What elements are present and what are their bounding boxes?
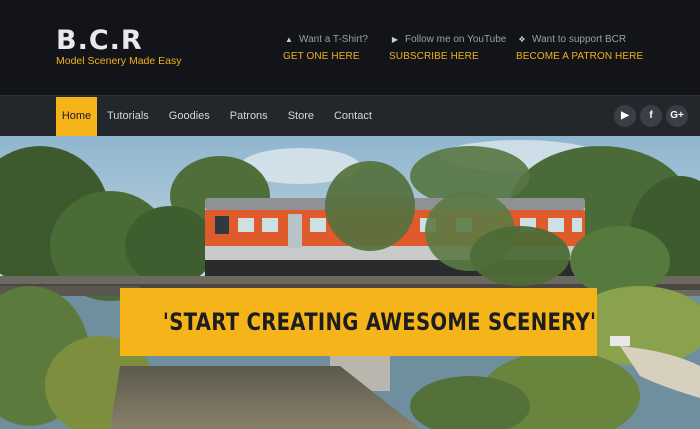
youtube-icon: ▶ (391, 35, 399, 44)
logo-title: B.C.R (56, 25, 143, 56)
hero-headline: 'START CREATING AWESOME SCENERY' (162, 308, 597, 336)
hero-image (0, 136, 700, 429)
patron-prompt: Want to support BCR (532, 34, 627, 45)
main-nav-bar: Home Tutorials Goodies Patrons Store Con… (0, 95, 700, 136)
hero-banner: 'START CREATING AWESOME SCENERY' (120, 288, 597, 356)
nav-store[interactable]: Store (278, 97, 324, 136)
tshirt-cta[interactable]: ▲ Want a T-Shirt? GET ONE HERE (283, 34, 368, 62)
nav-goodies[interactable]: Goodies (159, 97, 220, 136)
main-nav: Home Tutorials Goodies Patrons Store Con… (56, 97, 382, 136)
facebook-icon[interactable]: f (640, 105, 662, 127)
tshirt-prompt: Want a T-Shirt? (299, 34, 368, 45)
google-plus-icon[interactable]: G+ (666, 105, 688, 127)
site-logo[interactable]: B.C.R Model Scenery Made Easy (56, 25, 182, 68)
model-railway-scene (0, 136, 700, 429)
shirt-icon: ▲ (285, 35, 293, 44)
nav-patrons[interactable]: Patrons (220, 97, 278, 136)
subscribe-link[interactable]: SUBSCRIBE HERE (389, 51, 506, 62)
tshirt-link[interactable]: GET ONE HERE (283, 51, 368, 62)
site-header: B.C.R Model Scenery Made Easy ▲ Want a T… (0, 0, 700, 95)
logo-tagline: Model Scenery Made Easy (56, 55, 182, 67)
youtube-icon[interactable]: ▶ (614, 105, 636, 127)
social-links: ▶ f G+ (614, 105, 688, 127)
gavel-icon: ❖ (518, 35, 526, 44)
patron-link[interactable]: BECOME A PATRON HERE (516, 51, 643, 62)
nav-tutorials[interactable]: Tutorials (97, 97, 159, 136)
nav-contact[interactable]: Contact (324, 97, 382, 136)
patron-cta[interactable]: ❖ Want to support BCR BECOME A PATRON HE… (516, 34, 643, 62)
youtube-prompt: Follow me on YouTube (405, 34, 507, 45)
youtube-cta[interactable]: ▶ Follow me on YouTube SUBSCRIBE HERE (389, 34, 506, 62)
nav-home[interactable]: Home (56, 97, 97, 136)
